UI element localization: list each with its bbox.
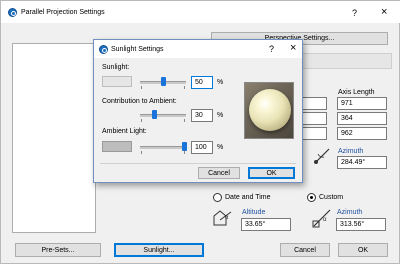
sunlight-slider-thumb[interactable] [161, 77, 166, 86]
dialog-close-icon[interactable]: × [290, 42, 296, 54]
preview-panel [12, 43, 96, 233]
ambient-slider-tick-1 [141, 151, 142, 154]
azimuth-label: Azimuth [337, 209, 363, 216]
ambient-light-label: Ambient Light: [102, 128, 147, 135]
dialog-help-button[interactable]: ? [269, 44, 274, 54]
axis-length-field-2[interactable]: 364 [337, 112, 387, 125]
sunlight-label: Sunlight: [102, 64, 130, 71]
svg-text:α: α [323, 217, 327, 223]
sunlight-value-field[interactable]: 50 [191, 76, 213, 89]
contribution-label: Contribution to Ambient: [102, 98, 177, 105]
sunlight-percent: % [217, 79, 224, 86]
contribution-value-field[interactable]: 30 [191, 109, 213, 122]
contribution-slider-thumb[interactable] [152, 110, 157, 119]
contribution-slider-track[interactable] [140, 114, 186, 117]
date-time-radio[interactable] [213, 193, 222, 202]
axis-length-header: Axis Length [338, 89, 375, 96]
azimuth-compass-icon [314, 148, 330, 164]
cancel-button[interactable]: Cancel [280, 243, 330, 257]
ok-button[interactable]: OK [338, 243, 388, 257]
sunlight-color-swatch[interactable] [102, 76, 132, 87]
help-button[interactable]: ? [352, 8, 357, 18]
custom-label: Custom [319, 194, 344, 201]
app-icon [8, 8, 17, 17]
sunlight-slider-tick-2 [184, 86, 185, 89]
sphere-preview-ball [249, 89, 291, 131]
dialog-separator [100, 163, 296, 164]
custom-radio[interactable] [307, 193, 316, 202]
altitude-field[interactable]: 33.65° [241, 218, 291, 231]
contribution-slider-tick-1 [141, 119, 142, 122]
sphere-preview [244, 82, 294, 139]
dialog-ok-button[interactable]: OK [248, 167, 295, 179]
axis-length-field-3[interactable]: 962 [337, 127, 387, 140]
ambient-slider-thumb[interactable] [182, 142, 187, 151]
section-panel-upper [300, 53, 392, 69]
close-icon[interactable]: × [381, 6, 387, 18]
presets-button[interactable]: Pre-Sets... [15, 243, 101, 257]
ambient-color-swatch[interactable] [102, 141, 132, 152]
ambient-percent: % [217, 144, 224, 151]
sunlight-button[interactable]: Sunlight... [114, 243, 204, 257]
svg-text:α: α [225, 215, 229, 221]
sunlight-slider-tick-1 [141, 86, 142, 89]
ambient-slider-track[interactable] [140, 146, 186, 149]
contribution-slider-tick-2 [184, 119, 185, 122]
contribution-percent: % [217, 112, 224, 119]
azimuth-icon: α [312, 209, 331, 228]
altitude-icon: α [213, 210, 232, 226]
azimuth-field-upper[interactable]: 284.49° [337, 156, 387, 169]
ambient-slider-tick-2 [184, 151, 185, 154]
altitude-label: Altitude [242, 209, 266, 216]
azimuth-label-upper: Azimuth [338, 148, 364, 155]
azimuth-field[interactable]: 313.56° [336, 218, 386, 231]
sunlight-settings-dialog: Sunlight Settings ? × Sunlight: 50 % Con… [93, 39, 303, 183]
date-time-label: Date and Time [225, 194, 271, 201]
dialog-title: Sunlight Settings [111, 46, 164, 53]
dialog-cancel-button[interactable]: Cancel [198, 167, 240, 179]
dialog-app-icon [99, 45, 108, 54]
axis-length-field-1[interactable]: 971 [337, 97, 387, 110]
ambient-value-field[interactable]: 100 [191, 141, 213, 154]
window-title: Parallel Projection Settings [21, 9, 105, 16]
